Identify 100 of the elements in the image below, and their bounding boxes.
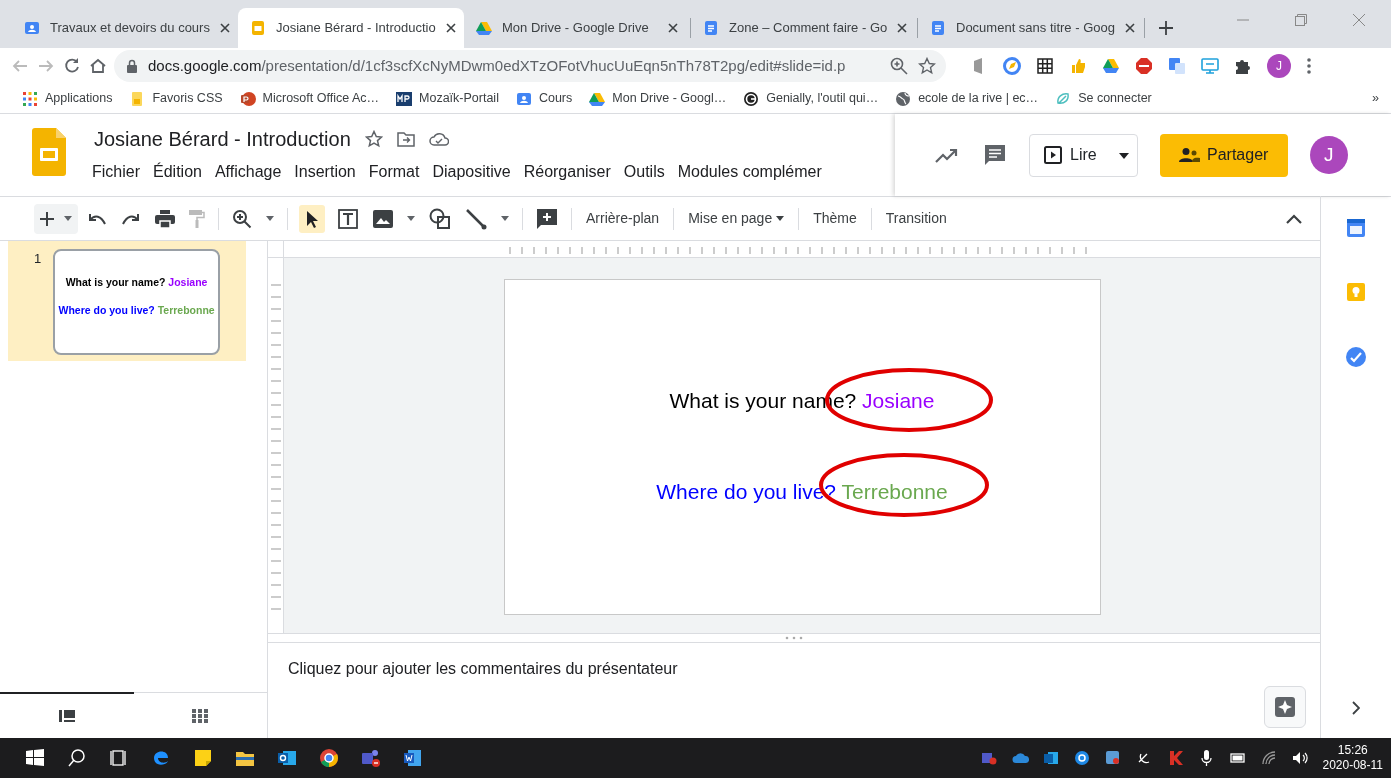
toolbar-button[interactable]: Transition bbox=[879, 204, 953, 233]
close-icon[interactable] bbox=[668, 23, 678, 33]
mail-app-icon[interactable] bbox=[1042, 749, 1060, 767]
redo-icon[interactable] bbox=[121, 211, 141, 226]
close-icon[interactable] bbox=[219, 23, 230, 33]
browser-tab[interactable]: Travaux et devoirs du cours bbox=[12, 8, 238, 48]
caret-icon[interactable] bbox=[266, 216, 274, 221]
wifi-icon[interactable] bbox=[1259, 749, 1277, 767]
browser-tab[interactable]: Zone – Comment faire - Go bbox=[691, 8, 917, 48]
menu-item[interactable]: Diapositive bbox=[428, 160, 515, 184]
browser-tab[interactable]: Josiane Bérard - Introductio bbox=[238, 8, 464, 48]
menu-item[interactable]: Réorganiser bbox=[519, 160, 615, 184]
home-icon[interactable] bbox=[88, 56, 108, 76]
toolbar-button[interactable]: Mise en page bbox=[682, 204, 791, 233]
caret-icon bbox=[1118, 152, 1129, 159]
menu-item[interactable]: Fichier bbox=[88, 160, 144, 184]
bookmark[interactable]: Genially, l'outil qui… bbox=[743, 89, 879, 108]
mp-logo-icon bbox=[396, 90, 413, 107]
star-icon[interactable] bbox=[364, 130, 383, 148]
restore-icon[interactable] bbox=[1295, 14, 1307, 26]
share-button[interactable]: Partager bbox=[1159, 133, 1288, 177]
menu-item[interactable]: Affichage bbox=[210, 160, 286, 184]
more-icon[interactable] bbox=[1306, 57, 1312, 75]
zoom-icon[interactable] bbox=[232, 208, 252, 229]
drive-extension-icon[interactable] bbox=[1102, 57, 1120, 75]
word-app-icon[interactable] bbox=[403, 748, 423, 768]
menu-item[interactable]: Format bbox=[364, 160, 424, 184]
menu-item[interactable]: Modules complémer bbox=[673, 160, 826, 184]
bookmark[interactable]: Cours bbox=[515, 89, 573, 108]
sparkle-icon bbox=[1275, 697, 1295, 717]
link-circle-icon[interactable] bbox=[1073, 749, 1091, 767]
new-slide-button[interactable] bbox=[34, 203, 78, 234]
resize-handle-icon[interactable] bbox=[784, 636, 804, 640]
address-bar[interactable]: docs.google.com/presentation/d/1cf3scfXcNyMDwm0edXTzOFotVhucUuEqn5nTh78T2pg/edit#slide=id.p bbox=[114, 50, 946, 82]
grid-icon bbox=[22, 90, 38, 107]
more-bookmarks-button[interactable]: » bbox=[1372, 89, 1379, 108]
globe-icon bbox=[895, 90, 912, 107]
mail-app-icon[interactable] bbox=[277, 748, 297, 768]
plus-icon bbox=[40, 211, 54, 226]
line-icon[interactable] bbox=[465, 207, 487, 230]
print-icon[interactable] bbox=[155, 209, 175, 228]
zoom-icon[interactable] bbox=[890, 57, 908, 75]
close-window-icon[interactable] bbox=[1353, 14, 1365, 26]
people-icon bbox=[1179, 147, 1201, 163]
task-view-icon[interactable] bbox=[109, 748, 129, 768]
clock-date[interactable]: 2020-08-11 bbox=[1322, 758, 1383, 773]
image-icon[interactable] bbox=[373, 209, 393, 228]
filmstrip-view-icon[interactable] bbox=[58, 710, 75, 722]
bookmark[interactable]: Mon Drive - Googl… bbox=[589, 89, 727, 108]
close-icon[interactable] bbox=[897, 23, 908, 33]
puzzle-icon[interactable] bbox=[1234, 57, 1252, 75]
slide-number: 1 bbox=[34, 250, 43, 268]
bookmark[interactable]: Applications bbox=[22, 89, 113, 108]
stop-sign-icon[interactable] bbox=[1135, 57, 1153, 75]
bookmark[interactable]: Mozaïk-Portail bbox=[396, 89, 499, 108]
bookmark[interactable]: Favoris CSS bbox=[129, 89, 223, 108]
toolbar-button[interactable]: Arrière-plan bbox=[580, 204, 666, 233]
new-tab-icon[interactable] bbox=[1159, 21, 1173, 35]
chrome-logo-icon[interactable] bbox=[319, 748, 339, 768]
comment-icon[interactable] bbox=[983, 143, 1007, 167]
profile-avatar[interactable]: J bbox=[1267, 54, 1291, 78]
caret-icon[interactable] bbox=[407, 216, 415, 221]
add-comment-icon[interactable] bbox=[536, 207, 558, 230]
move-to-folder-icon[interactable] bbox=[396, 131, 415, 147]
undo-icon[interactable] bbox=[87, 211, 107, 226]
search-icon[interactable] bbox=[67, 748, 87, 768]
menu-item[interactable]: Édition bbox=[149, 160, 206, 184]
browser-tab[interactable]: Mon Drive - Google Drive bbox=[464, 8, 690, 48]
thumbs-up-icon[interactable] bbox=[1069, 57, 1087, 75]
toolbar-button[interactable]: Thème bbox=[807, 204, 863, 233]
compass-extension-icon[interactable] bbox=[1003, 57, 1021, 75]
pointer-icon[interactable] bbox=[299, 204, 325, 233]
monitor-icon[interactable] bbox=[1201, 57, 1219, 75]
text-box-icon[interactable] bbox=[337, 207, 359, 230]
account-avatar[interactable]: J bbox=[1309, 136, 1348, 174]
browser-tab[interactable]: Document sans titre - Goog bbox=[918, 8, 1144, 48]
star-icon[interactable] bbox=[918, 57, 936, 75]
close-icon[interactable] bbox=[445, 23, 456, 33]
menu-item[interactable]: Outils bbox=[619, 160, 669, 184]
table-icon[interactable] bbox=[1036, 57, 1054, 75]
thumbnail-text: What is your name? Josiane bbox=[65, 275, 208, 290]
bookmark[interactable]: Microsoft Office Ac… bbox=[239, 89, 380, 108]
url-host: docs.google.com bbox=[148, 56, 262, 74]
menu-item[interactable]: Insertion bbox=[290, 160, 360, 184]
bookmark[interactable]: Se connecter bbox=[1055, 89, 1152, 108]
slide-thumbnail[interactable]: What is your name? Josiane Where do you live? Terrebonne bbox=[53, 249, 220, 355]
collapse-icon[interactable] bbox=[1286, 213, 1302, 224]
grid-view-icon[interactable] bbox=[192, 708, 209, 723]
check-circle-icon[interactable] bbox=[1345, 346, 1367, 368]
clock-time[interactable]: 15:26 bbox=[1322, 743, 1383, 758]
windows-logo-icon[interactable] bbox=[25, 748, 45, 768]
caret-icon[interactable] bbox=[501, 216, 509, 221]
sticky-note-icon[interactable] bbox=[193, 748, 213, 768]
calendar-icon[interactable] bbox=[1346, 218, 1366, 238]
explore-button[interactable] bbox=[1264, 686, 1306, 728]
expand-panel-icon[interactable] bbox=[1352, 701, 1360, 715]
shape-icon[interactable] bbox=[429, 207, 451, 230]
document-title[interactable]: Josiane Bérard - Introduction bbox=[94, 124, 351, 154]
bookmark[interactable]: ecole de la rive | ec… bbox=[895, 89, 1039, 108]
close-icon[interactable] bbox=[1124, 23, 1135, 33]
